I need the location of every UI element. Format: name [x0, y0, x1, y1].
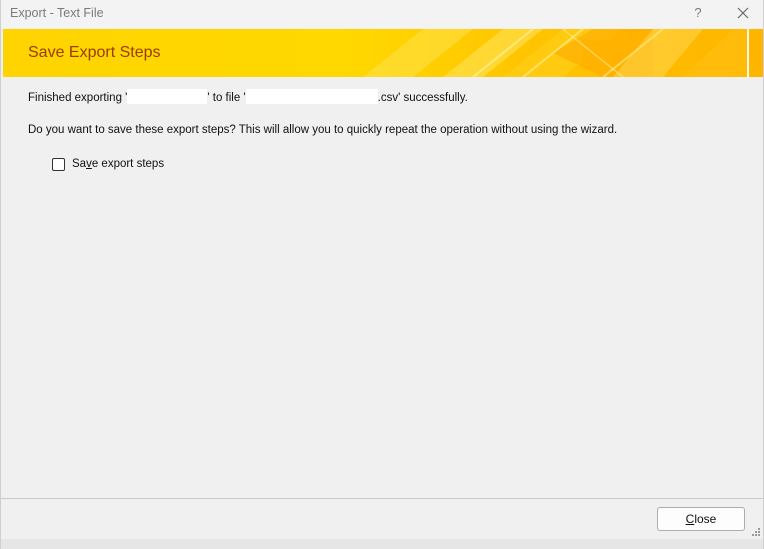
- redacted-file-path: [245, 89, 378, 104]
- export-result-message: Finished exporting ' ' to file ' .csv' suc…: [28, 89, 468, 104]
- dialog-footer: Close: [1, 499, 763, 539]
- resize-grip-icon[interactable]: [751, 527, 761, 537]
- save-steps-question: Do you want to save these export steps? …: [28, 124, 618, 136]
- header-banner: Save Export Steps: [3, 29, 763, 77]
- save-export-steps-label[interactable]: Save export steps: [72, 158, 164, 170]
- save-export-steps-checkbox[interactable]: [52, 157, 65, 171]
- close-window-button[interactable]: [729, 2, 757, 24]
- window-bottom-edge: [1, 539, 763, 549]
- save-export-steps-option[interactable]: Save export steps: [52, 156, 164, 172]
- message-middle: ' to file ': [207, 92, 246, 104]
- close-icon: [737, 7, 749, 19]
- banner-heading: Save Export Steps: [28, 44, 161, 61]
- dialog-content: Finished exporting ' ' to file ' .csv' suc…: [1, 77, 763, 497]
- label-part-1: Sa: [72, 158, 87, 170]
- close-label-rest: lose: [694, 512, 717, 526]
- label-part-2: e export steps: [91, 158, 165, 170]
- export-dialog: Export - Text File ? Save Export Steps F…: [0, 0, 764, 549]
- redacted-object-name: [127, 89, 208, 104]
- banner-edge: [747, 29, 749, 77]
- close-button[interactable]: Close: [657, 507, 745, 531]
- message-prefix: Finished exporting ': [28, 92, 128, 104]
- message-suffix: .csv' successfully.: [377, 92, 468, 104]
- window-title: Export - Text File: [10, 6, 104, 20]
- help-button[interactable]: ?: [685, 2, 711, 24]
- title-bar: Export - Text File ?: [1, 0, 763, 28]
